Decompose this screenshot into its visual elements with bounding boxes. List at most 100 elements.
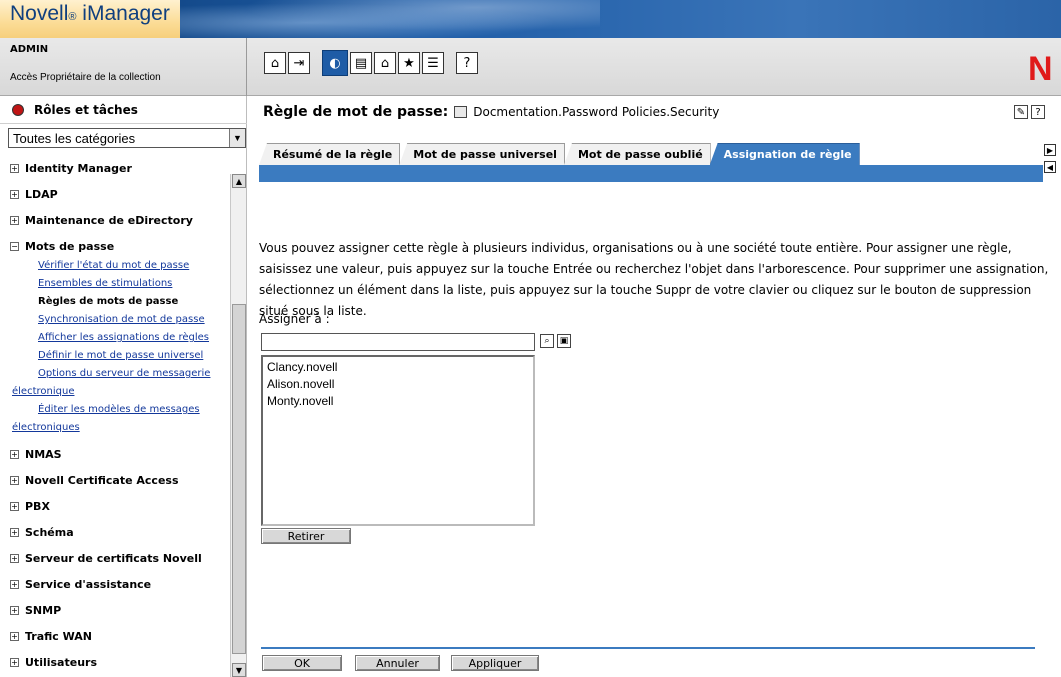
expand-icon[interactable]: + [10, 632, 19, 641]
roles-tasks-icon[interactable]: ◐ [322, 50, 348, 76]
apply-button[interactable]: Appliquer [451, 655, 539, 671]
category-pbx[interactable]: + PBX [10, 500, 50, 513]
category-mots-de-passe[interactable]: − Mots de passe [10, 240, 114, 253]
list-item[interactable]: Monty.novell [267, 393, 529, 410]
header-banner: Novell® iManager [0, 0, 1061, 38]
task-edit-email-templates-cont[interactable]: électroniques [12, 422, 80, 433]
expand-icon[interactable]: + [10, 554, 19, 563]
category-label: Serveur de certificats Novell [25, 552, 202, 565]
category-select-value: Toutes les catégories [13, 130, 136, 146]
tab-universal-password[interactable]: Mot de passe universel [399, 143, 565, 165]
task-email-server-options[interactable]: Options du serveur de messagerie [38, 368, 210, 379]
object-history-icon[interactable]: ▣ [557, 334, 571, 348]
category-label: Mots de passe [25, 240, 115, 253]
user-name: ADMIN [10, 44, 49, 55]
logo-text: Novell® iManager [10, 2, 170, 25]
tab-forgotten-password[interactable]: Mot de passe oublié [563, 143, 711, 165]
task-challenge-sets[interactable]: Ensembles de stimulations [38, 278, 172, 289]
assignment-list[interactable]: Clancy.novell Alison.novell Monty.novell [261, 355, 535, 526]
cancel-button[interactable]: Annuler [355, 655, 440, 671]
category-maintenance-edirectory[interactable]: + Maintenance de eDirectory [10, 214, 193, 227]
policy-object-name: Docmentation.Password Policies.Security [473, 105, 720, 119]
category-label: Trafic WAN [25, 630, 93, 643]
main-toolbar: ⌂ ⇥ ◐ ▤ ⌂ ★ ☰ ? [264, 50, 480, 76]
expand-icon[interactable]: + [10, 476, 19, 485]
category-select[interactable]: Toutes les catégories ▼ [8, 128, 246, 148]
brand-name: Novell [10, 2, 69, 25]
task-password-sync[interactable]: Synchronisation de mot de passe [38, 314, 205, 325]
help-icon[interactable]: ? [1031, 105, 1045, 119]
category-label: LDAP [25, 188, 58, 201]
expand-icon[interactable]: + [10, 216, 19, 225]
category-helpdesk[interactable]: + Service d'assistance [10, 578, 151, 591]
expand-icon[interactable]: + [10, 502, 19, 511]
sidebar-header[interactable]: Rôles et tâches [0, 96, 247, 124]
header: Novell® iManager ADMIN Accès Propriétair… [0, 0, 1061, 96]
tab-scroll-right-icon[interactable]: ▶ [1044, 144, 1056, 156]
assign-to-input[interactable] [261, 333, 535, 351]
expand-icon[interactable]: + [10, 164, 19, 173]
scrollbar-thumb[interactable] [232, 304, 246, 654]
help-icon[interactable]: ? [456, 52, 478, 74]
category-certificate-server[interactable]: + Serveur de certificats Novell [10, 552, 202, 565]
page-title-text: Règle de mot de passe: [263, 104, 449, 120]
category-label: Utilisateurs [25, 656, 97, 669]
category-users[interactable]: + Utilisateurs [10, 656, 97, 669]
view-objects-icon[interactable]: ▤ [350, 52, 372, 74]
header-toolbar-area: ADMIN Accès Propriétaire de la collectio… [0, 38, 1061, 96]
category-schema[interactable]: + Schéma [10, 526, 74, 539]
category-identity-manager[interactable]: + Identity Manager [10, 162, 132, 175]
list-item[interactable]: Clancy.novell [267, 359, 529, 376]
expand-icon[interactable]: + [10, 190, 19, 199]
expand-icon[interactable]: + [10, 580, 19, 589]
scroll-up-icon[interactable]: ▲ [232, 174, 246, 188]
task-view-policy-assignments[interactable]: Afficher les assignations de règles [38, 332, 209, 343]
category-label: Maintenance de eDirectory [25, 214, 193, 227]
novell-n-logo: N [1028, 50, 1053, 88]
task-verify-password-status[interactable]: Vérifier l'état du mot de passe [38, 260, 189, 271]
task-set-universal-password[interactable]: Définir le mot de passe universel [38, 350, 203, 361]
task-email-server-options-cont[interactable]: électronique [12, 386, 74, 397]
home-icon[interactable]: ⌂ [264, 52, 286, 74]
preferences-icon[interactable]: ☰ [422, 52, 444, 74]
category-label: Identity Manager [25, 162, 132, 175]
task-password-policies[interactable]: Règles de mots de passe [38, 296, 178, 307]
expand-icon[interactable]: + [10, 658, 19, 667]
tab-scroll-left-icon[interactable]: ◀ [1044, 161, 1056, 173]
remove-button[interactable]: Retirer [261, 528, 351, 544]
expand-icon[interactable]: + [10, 606, 19, 615]
favorites-icon[interactable]: ★ [398, 52, 420, 74]
search-icon[interactable]: ⌕ [540, 334, 554, 348]
chevron-down-icon[interactable]: ▼ [229, 129, 245, 147]
banner-decoration [180, 0, 600, 38]
exit-icon[interactable]: ⇥ [288, 52, 310, 74]
tab-bar-underline [259, 165, 1043, 182]
list-item[interactable]: Alison.novell [267, 376, 529, 393]
collapse-icon[interactable]: − [10, 242, 19, 251]
roles-tasks-icon [12, 103, 24, 116]
category-label: PBX [25, 500, 50, 513]
expand-icon[interactable]: + [10, 528, 19, 537]
header-divider [246, 38, 247, 96]
ok-button[interactable]: OK [262, 655, 342, 671]
category-wan-traffic[interactable]: + Trafic WAN [10, 630, 92, 643]
category-novell-certificate-access[interactable]: + Novell Certificate Access [10, 474, 179, 487]
assignment-description: Vous pouvez assigner cette règle à plusi… [259, 241, 1049, 318]
category-nmas[interactable]: + NMAS [10, 448, 62, 461]
edit-icon[interactable]: ✎ [1014, 105, 1028, 119]
brand-product: iManager [76, 2, 170, 25]
task-edit-email-templates[interactable]: Éditer les modèles de messages [38, 404, 200, 415]
scroll-down-icon[interactable]: ▼ [232, 663, 246, 677]
category-label: SNMP [25, 604, 62, 617]
category-snmp[interactable]: + SNMP [10, 604, 61, 617]
sidebar: Rôles et tâches Toutes les catégories ▼ … [0, 96, 247, 677]
footer-divider [261, 647, 1035, 649]
tab-policy-summary[interactable]: Résumé de la règle [259, 143, 401, 165]
category-ldap[interactable]: + LDAP [10, 188, 58, 201]
tab-policy-assignment[interactable]: Assignation de règle [709, 143, 860, 165]
configure-icon[interactable]: ⌂ [374, 52, 396, 74]
sidebar-scrollbar[interactable]: ▲ ▼ [230, 174, 246, 677]
policy-tabs: Résumé de la règle Mot de passe universe… [259, 143, 860, 165]
main-content: Règle de mot de passe: Docmentation.Pass… [247, 96, 1061, 677]
expand-icon[interactable]: + [10, 450, 19, 459]
